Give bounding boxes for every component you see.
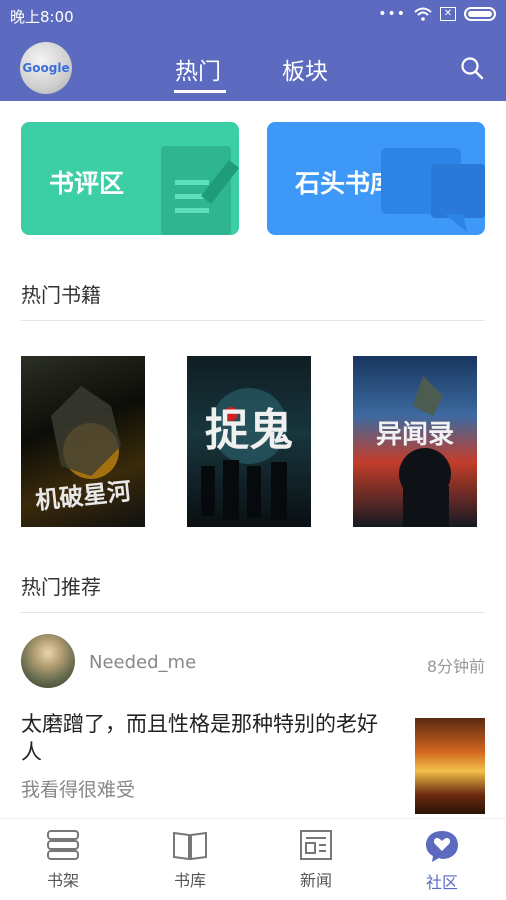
search-icon[interactable] <box>460 56 484 80</box>
open-book-icon <box>173 831 207 861</box>
tab-sections[interactable]: 板块 <box>282 52 328 86</box>
bookshelf-icon <box>47 830 79 860</box>
book-cover-title: 捉鬼 <box>205 405 293 456</box>
book-cover-title: 异闻录 <box>375 420 454 450</box>
nav-label: 书架 <box>46 871 79 890</box>
stone-library-card[interactable]: 石头书库 <box>267 122 485 235</box>
logo-text: Google <box>22 61 70 75</box>
nav-label: 书库 <box>173 871 206 890</box>
recommend-title: 热门推荐 <box>21 575 101 599</box>
x-box-icon: ✕ <box>440 7 456 21</box>
wifi-icon <box>414 7 432 21</box>
book-cover[interactable]: 异闻录 <box>353 356 477 527</box>
document-pencil-icon <box>161 146 239 235</box>
tab-hot[interactable]: 热门 <box>175 52 221 86</box>
status-time: 晚上8:00 <box>10 8 74 26</box>
user-avatar[interactable]: Google <box>20 42 72 94</box>
post-book-thumbnail[interactable] <box>415 718 485 814</box>
heart-chat-icon <box>426 831 458 862</box>
active-tab-indicator <box>174 90 226 93</box>
book-review-label: 书评区 <box>49 169 125 198</box>
post-title[interactable]: 太磨蹭了，而且性格是那种特别的老好人 <box>21 710 396 766</box>
newspaper-icon <box>300 830 332 860</box>
status-icons: ••• ✕ <box>378 6 496 22</box>
nav-label: 新闻 <box>299 871 332 890</box>
post-timestamp: 8分钟前 <box>426 657 485 676</box>
post-username[interactable]: Needed_me <box>89 652 196 673</box>
chat-bubble-icon <box>381 148 485 232</box>
nav-library[interactable]: 书库 <box>150 829 230 891</box>
post-user-avatar[interactable] <box>21 634 75 688</box>
post-body[interactable]: 我看得很难受 <box>21 775 135 802</box>
nav-label: 社区 <box>425 873 458 892</box>
book-cover[interactable]: 机破星河 <box>21 356 145 527</box>
signal-dots-icon: ••• <box>378 6 406 22</box>
status-bar: 晚上8:00 ••• ✕ <box>0 0 506 32</box>
battery-icon <box>464 7 496 21</box>
bottom-nav: 书架 书库 新闻 社区 <box>0 818 506 900</box>
app-bar: Google 热门 板块 <box>0 32 506 101</box>
divider <box>21 320 485 321</box>
book-review-card[interactable]: 书评区 <box>21 122 239 235</box>
book-cover[interactable]: 捉鬼 <box>187 356 311 527</box>
hot-books-title: 热门书籍 <box>21 283 101 307</box>
nav-news[interactable]: 新闻 <box>276 829 356 891</box>
nav-community[interactable]: 社区 <box>402 829 482 893</box>
nav-bookshelf[interactable]: 书架 <box>23 829 103 891</box>
divider <box>21 612 485 613</box>
